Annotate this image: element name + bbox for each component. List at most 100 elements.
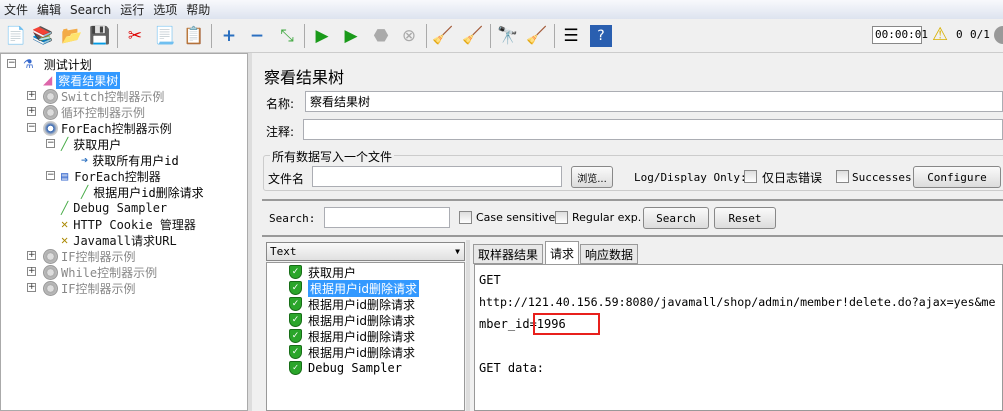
errors-only-checkbox[interactable]	[744, 170, 757, 183]
expand-toggle[interactable]: +	[27, 267, 36, 276]
start-no-pause-icon[interactable]: ▶	[340, 25, 362, 47]
request-text: GET http://121.40.156.59:8080/javamall/s…	[474, 264, 1003, 411]
cut-icon[interactable]: ✂	[124, 25, 146, 47]
result-item[interactable]: ✓ 根据用户id删除请求	[289, 344, 415, 360]
renderer-select[interactable]: Text ▼	[266, 242, 465, 261]
wrench-icon: ✕	[61, 233, 69, 247]
tree-node[interactable]: ✕ HTTP Cookie 管理器	[61, 216, 196, 232]
tree-node[interactable]: ╱ Debug Sampler	[61, 200, 167, 216]
tree-node-test-plan[interactable]: ⚗ 测试计划	[23, 56, 92, 72]
menu-search[interactable]: Search	[70, 3, 111, 17]
function-helper-icon[interactable]: ☰	[560, 25, 582, 47]
result-item[interactable]: ✓ 根据用户id删除请求	[289, 312, 415, 328]
success-shield-icon: ✓	[289, 313, 302, 327]
expand-toggle[interactable]: +	[27, 107, 36, 116]
tree-node[interactable]: ▤ ForEach控制器	[61, 168, 161, 184]
help-icon[interactable]: ?	[590, 25, 612, 47]
reset-search-icon[interactable]: 🧹	[526, 25, 548, 47]
open-icon[interactable]: 📂	[61, 25, 83, 47]
regex-label: Regular exp.	[572, 211, 642, 224]
result-label: Debug Sampler	[308, 361, 402, 375]
collapse-icon[interactable]: −	[246, 25, 268, 47]
result-item[interactable]: ✓ Debug Sampler	[289, 360, 402, 376]
search-input[interactable]	[324, 207, 450, 228]
tree-node[interactable]: ✕ Javamall请求URL	[61, 232, 177, 248]
shutdown-icon[interactable]: ⊗	[398, 25, 420, 47]
thread-count: 0/1	[970, 28, 990, 41]
request-method: GET	[479, 273, 501, 287]
menu-file[interactable]: 文件	[4, 1, 28, 18]
menu-help[interactable]: 帮助	[186, 1, 210, 18]
browse-button[interactable]: 浏览...	[571, 166, 613, 188]
tree-node[interactable]: 循环控制器示例	[43, 104, 145, 120]
success-shield-icon: ✓	[289, 265, 302, 279]
comment-input[interactable]	[303, 119, 1003, 140]
tree-node[interactable]: Switch控制器示例	[43, 88, 164, 104]
result-item[interactable]: ✓ 根据用户id删除请求	[289, 279, 419, 297]
split-divider[interactable]	[466, 240, 470, 411]
foreach-icon: ▤	[61, 169, 69, 183]
result-item[interactable]: ✓ 根据用户id删除请求	[289, 296, 415, 312]
start-icon[interactable]: ▶	[311, 25, 333, 47]
tab-sampler-result[interactable]: 取样器结果	[473, 244, 544, 264]
result-label: 根据用户id删除请求	[308, 329, 415, 344]
gear-icon	[43, 120, 58, 136]
tree-node-view-results-tree[interactable]: ◢ 察看结果树	[43, 71, 121, 89]
menu-options[interactable]: 选项	[153, 1, 177, 18]
menu-edit[interactable]: 编辑	[37, 1, 61, 18]
copy-icon[interactable]: 📃	[154, 25, 176, 47]
expand-toggle[interactable]: +	[27, 283, 36, 292]
request-url-cont: mber_id=	[479, 317, 537, 331]
toggle-icon[interactable]: ⤡	[276, 25, 298, 47]
collapse-toggle[interactable]: −	[27, 123, 36, 132]
name-input[interactable]	[305, 91, 1003, 112]
toolbar: 📄 📚 📂 💾 ✂ 📃 📋 + − ⤡ ▶ ▶ ⬣ ⊗ 🧹 🧹 🔭 🧹 ☰ ? …	[0, 19, 1003, 53]
tree-node[interactable]: While控制器示例	[43, 264, 157, 280]
regex-checkbox[interactable]	[555, 211, 568, 224]
tree-node[interactable]: IF控制器示例	[43, 248, 135, 264]
menu-run[interactable]: 运行	[120, 1, 144, 18]
tree-node[interactable]: IF控制器示例	[43, 280, 135, 296]
tree-node[interactable]: ForEach控制器示例	[43, 120, 172, 136]
collapse-toggle[interactable]: −	[46, 171, 55, 180]
paste-icon[interactable]: 📋	[183, 25, 205, 47]
successes-checkbox[interactable]	[836, 170, 849, 183]
filename-input[interactable]	[312, 166, 562, 187]
splitter[interactable]	[262, 235, 1003, 237]
split-divider[interactable]	[248, 53, 252, 411]
remote-icon[interactable]	[994, 26, 1003, 44]
tab-request[interactable]: 请求	[545, 241, 580, 265]
clear-all-icon[interactable]: 🧹	[462, 25, 484, 47]
stop-icon[interactable]: ⬣	[370, 25, 392, 47]
panel-title: 察看结果树	[264, 68, 345, 87]
menu-bar: 文件 编辑 Search 运行 选项 帮助	[0, 0, 1003, 19]
save-icon[interactable]: 💾	[89, 25, 111, 47]
gear-icon	[43, 280, 58, 296]
expand-toggle[interactable]: +	[27, 91, 36, 100]
new-icon[interactable]: 📄	[5, 25, 27, 47]
case-sensitive-checkbox[interactable]	[459, 211, 472, 224]
gear-icon	[43, 88, 58, 104]
results-list: ✓ 获取用户 ✓ 根据用户id删除请求 ✓ 根据用户id删除请求 ✓ 根据用户id删除请求 ✓ 根…	[266, 262, 465, 411]
templates-icon[interactable]: 📚	[32, 25, 54, 47]
search-icon[interactable]: 🔭	[497, 25, 519, 47]
expand-icon[interactable]: +	[218, 25, 240, 47]
tree-node[interactable]: ➔ 获取所有用户id	[81, 152, 179, 168]
reset-button[interactable]: Reset	[714, 207, 776, 229]
warning-icon[interactable]: ⚠	[932, 24, 948, 45]
search-button[interactable]: Search	[643, 207, 709, 229]
search-label: Search:	[269, 212, 316, 225]
splitter[interactable]	[262, 199, 1003, 201]
result-item[interactable]: ✓ 根据用户id删除请求	[289, 328, 415, 344]
collapse-toggle[interactable]: −	[46, 139, 55, 148]
configure-button[interactable]: Configure	[913, 166, 1001, 188]
result-label: 根据用户id删除请求	[308, 313, 415, 328]
tree-node[interactable]: ╱ 获取用户	[61, 136, 121, 152]
expand-toggle[interactable]: +	[27, 251, 36, 260]
file-label: 文件名	[268, 172, 305, 186]
result-item[interactable]: ✓ 获取用户	[289, 264, 356, 280]
tab-response-data[interactable]: 响应数据	[580, 244, 639, 264]
clear-icon[interactable]: 🧹	[432, 25, 454, 47]
tree-node[interactable]: ╱ 根据用户id删除请求	[81, 184, 204, 200]
collapse-toggle[interactable]: −	[7, 59, 16, 68]
